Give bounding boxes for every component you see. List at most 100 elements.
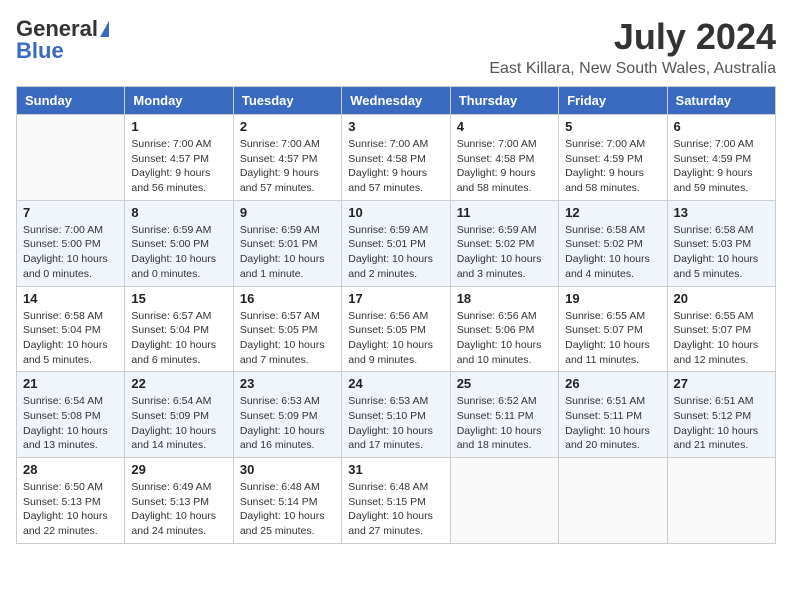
day-info: Sunrise: 6:59 AMSunset: 5:00 PMDaylight:… <box>131 223 226 282</box>
calendar-table: SundayMondayTuesdayWednesdayThursdayFrid… <box>16 86 776 544</box>
calendar-day-empty <box>17 115 125 201</box>
calendar-day-14: 14 Sunrise: 6:58 AMSunset: 5:04 PMDayligh… <box>17 286 125 372</box>
day-info: Sunrise: 6:57 AMSunset: 5:05 PMDaylight:… <box>240 309 335 368</box>
day-info: Sunrise: 6:56 AMSunset: 5:05 PMDaylight:… <box>348 309 443 368</box>
day-info: Sunrise: 6:51 AMSunset: 5:12 PMDaylight:… <box>674 394 769 453</box>
calendar-day-1: 1 Sunrise: 7:00 AMSunset: 4:57 PMDaylight… <box>125 115 233 201</box>
day-info: Sunrise: 7:00 AMSunset: 4:57 PMDaylight:… <box>131 137 226 196</box>
day-info: Sunrise: 6:59 AMSunset: 5:02 PMDaylight:… <box>457 223 552 282</box>
day-number: 31 <box>348 462 443 477</box>
day-number: 4 <box>457 119 552 134</box>
day-info: Sunrise: 6:59 AMSunset: 5:01 PMDaylight:… <box>348 223 443 282</box>
day-number: 2 <box>240 119 335 134</box>
calendar-day-31: 31 Sunrise: 6:48 AMSunset: 5:15 PMDayligh… <box>342 458 450 544</box>
page-subtitle: East Killara, New South Wales, Australia <box>489 60 776 78</box>
logo-triangle-icon <box>100 21 109 37</box>
day-number: 23 <box>240 376 335 391</box>
day-number: 30 <box>240 462 335 477</box>
calendar-day-27: 27 Sunrise: 6:51 AMSunset: 5:12 PMDayligh… <box>667 372 775 458</box>
day-number: 7 <box>23 205 118 220</box>
header-monday: Monday <box>125 87 233 115</box>
day-info: Sunrise: 7:00 AMSunset: 4:58 PMDaylight:… <box>348 137 443 196</box>
day-info: Sunrise: 6:57 AMSunset: 5:04 PMDaylight:… <box>131 309 226 368</box>
calendar-week-row: 28 Sunrise: 6:50 AMSunset: 5:13 PMDayligh… <box>17 458 776 544</box>
day-number: 25 <box>457 376 552 391</box>
calendar-day-15: 15 Sunrise: 6:57 AMSunset: 5:04 PMDayligh… <box>125 286 233 372</box>
day-number: 21 <box>23 376 118 391</box>
day-info: Sunrise: 6:58 AMSunset: 5:02 PMDaylight:… <box>565 223 660 282</box>
calendar-day-21: 21Sunrise: 6:54 AMSunset: 5:08 PMDayligh… <box>17 372 125 458</box>
calendar-day-10: 10 Sunrise: 6:59 AMSunset: 5:01 PMDayligh… <box>342 200 450 286</box>
calendar-day-empty <box>450 458 558 544</box>
day-info: Sunrise: 7:00 AMSunset: 4:59 PMDaylight:… <box>565 137 660 196</box>
day-number: 22 <box>131 376 226 391</box>
calendar-day-22: 22 Sunrise: 6:54 AMSunset: 5:09 PMDayligh… <box>125 372 233 458</box>
calendar-week-row: 14 Sunrise: 6:58 AMSunset: 5:04 PMDayligh… <box>17 286 776 372</box>
calendar-day-25: 25 Sunrise: 6:52 AMSunset: 5:11 PMDayligh… <box>450 372 558 458</box>
day-info: Sunrise: 6:48 AMSunset: 5:15 PMDaylight:… <box>348 480 443 539</box>
calendar-day-16: 16 Sunrise: 6:57 AMSunset: 5:05 PMDayligh… <box>233 286 341 372</box>
calendar-day-19: 19Sunrise: 6:55 AMSunset: 5:07 PMDayligh… <box>559 286 667 372</box>
day-number: 26 <box>565 376 660 391</box>
day-number: 27 <box>674 376 769 391</box>
header-thursday: Thursday <box>450 87 558 115</box>
day-number: 18 <box>457 291 552 306</box>
day-info: Sunrise: 6:55 AMSunset: 5:07 PMDaylight:… <box>565 309 660 368</box>
day-number: 13 <box>674 205 769 220</box>
day-info: Sunrise: 7:00 AMSunset: 4:59 PMDaylight:… <box>674 137 769 196</box>
day-number: 11 <box>457 205 552 220</box>
day-info: Sunrise: 6:55 AMSunset: 5:07 PMDaylight:… <box>674 309 769 368</box>
day-info: Sunrise: 7:00 AMSunset: 4:57 PMDaylight:… <box>240 137 335 196</box>
calendar-day-13: 13 Sunrise: 6:58 AMSunset: 5:03 PMDayligh… <box>667 200 775 286</box>
day-info: Sunrise: 6:58 AMSunset: 5:03 PMDaylight:… <box>674 223 769 282</box>
calendar-day-5: 5Sunrise: 7:00 AMSunset: 4:59 PMDaylight… <box>559 115 667 201</box>
calendar-header-row: SundayMondayTuesdayWednesdayThursdayFrid… <box>17 87 776 115</box>
day-info: Sunrise: 6:53 AMSunset: 5:10 PMDaylight:… <box>348 394 443 453</box>
calendar-day-17: 17Sunrise: 6:56 AMSunset: 5:05 PMDayligh… <box>342 286 450 372</box>
day-info: Sunrise: 6:53 AMSunset: 5:09 PMDaylight:… <box>240 394 335 453</box>
calendar-day-26: 26Sunrise: 6:51 AMSunset: 5:11 PMDayligh… <box>559 372 667 458</box>
calendar-day-23: 23 Sunrise: 6:53 AMSunset: 5:09 PMDayligh… <box>233 372 341 458</box>
calendar-day-2: 2 Sunrise: 7:00 AMSunset: 4:57 PMDaylight… <box>233 115 341 201</box>
calendar-day-30: 30 Sunrise: 6:48 AMSunset: 5:14 PMDayligh… <box>233 458 341 544</box>
day-info: Sunrise: 6:48 AMSunset: 5:14 PMDaylight:… <box>240 480 335 539</box>
calendar-day-empty <box>559 458 667 544</box>
day-number: 10 <box>348 205 443 220</box>
page-title: July 2024 <box>489 16 776 58</box>
header-wednesday: Wednesday <box>342 87 450 115</box>
header-saturday: Saturday <box>667 87 775 115</box>
calendar-day-18: 18 Sunrise: 6:56 AMSunset: 5:06 PMDayligh… <box>450 286 558 372</box>
calendar-day-3: 3Sunrise: 7:00 AMSunset: 4:58 PMDaylight… <box>342 115 450 201</box>
day-number: 20 <box>674 291 769 306</box>
calendar-day-4: 4Sunrise: 7:00 AMSunset: 4:58 PMDaylight… <box>450 115 558 201</box>
day-number: 28 <box>23 462 118 477</box>
day-number: 24 <box>348 376 443 391</box>
calendar-day-empty <box>667 458 775 544</box>
calendar-day-8: 8 Sunrise: 6:59 AMSunset: 5:00 PMDaylight… <box>125 200 233 286</box>
day-number: 8 <box>131 205 226 220</box>
logo-blue-text: Blue <box>16 38 64 64</box>
calendar-week-row: 7Sunrise: 7:00 AMSunset: 5:00 PMDaylight… <box>17 200 776 286</box>
header-sunday: Sunday <box>17 87 125 115</box>
day-info: Sunrise: 6:59 AMSunset: 5:01 PMDaylight:… <box>240 223 335 282</box>
calendar-day-6: 6 Sunrise: 7:00 AMSunset: 4:59 PMDaylight… <box>667 115 775 201</box>
day-number: 9 <box>240 205 335 220</box>
day-info: Sunrise: 6:50 AMSunset: 5:13 PMDaylight:… <box>23 480 118 539</box>
title-section: July 2024 East Killara, New South Wales,… <box>489 16 776 78</box>
day-number: 1 <box>131 119 226 134</box>
day-number: 12 <box>565 205 660 220</box>
day-info: Sunrise: 6:52 AMSunset: 5:11 PMDaylight:… <box>457 394 552 453</box>
calendar-day-24: 24 Sunrise: 6:53 AMSunset: 5:10 PMDayligh… <box>342 372 450 458</box>
day-number: 14 <box>23 291 118 306</box>
day-number: 29 <box>131 462 226 477</box>
calendar-day-20: 20 Sunrise: 6:55 AMSunset: 5:07 PMDayligh… <box>667 286 775 372</box>
day-info: Sunrise: 6:56 AMSunset: 5:06 PMDaylight:… <box>457 309 552 368</box>
day-info: Sunrise: 6:54 AMSunset: 5:09 PMDaylight:… <box>131 394 226 453</box>
day-number: 16 <box>240 291 335 306</box>
day-number: 6 <box>674 119 769 134</box>
day-number: 15 <box>131 291 226 306</box>
calendar-day-12: 12 Sunrise: 6:58 AMSunset: 5:02 PMDayligh… <box>559 200 667 286</box>
calendar-week-row: 21Sunrise: 6:54 AMSunset: 5:08 PMDayligh… <box>17 372 776 458</box>
day-info: Sunrise: 6:58 AMSunset: 5:04 PMDaylight:… <box>23 309 118 368</box>
logo: General Blue <box>16 16 109 64</box>
